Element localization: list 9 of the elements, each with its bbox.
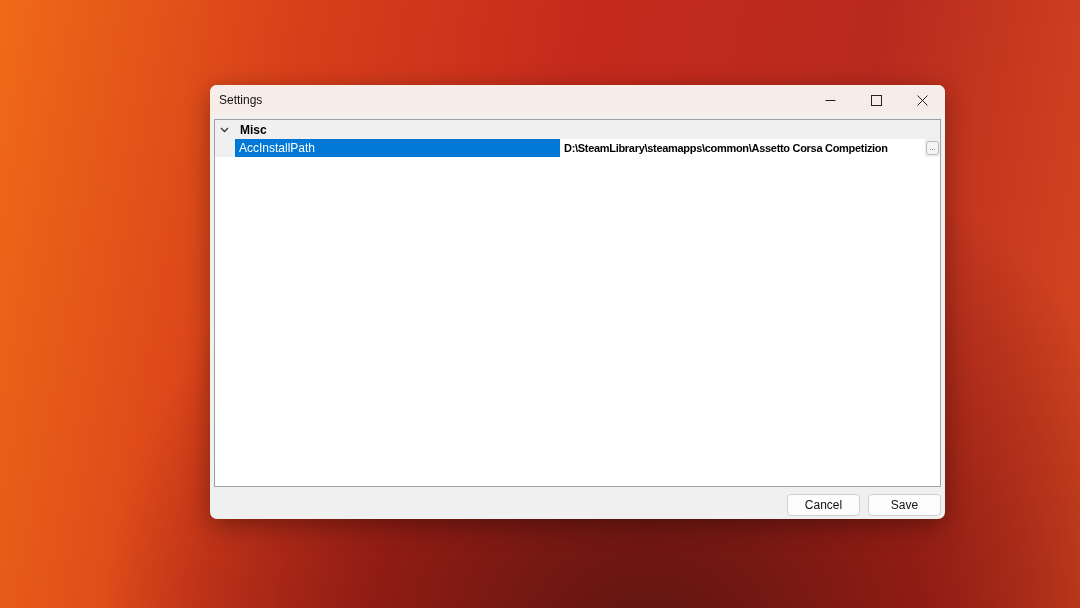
dialog-button[interactable]: Save: [868, 494, 941, 516]
dialog-button[interactable]: Cancel: [787, 494, 860, 516]
category-label: Misc: [240, 122, 267, 137]
window-title: Settings: [219, 93, 264, 107]
maximize-icon[interactable]: [870, 94, 882, 106]
chevron-down-icon[interactable]: [220, 125, 229, 134]
property-value[interactable]: D:\SteamLibrary\steamapps\common\Assetto Corsa Competizion: [560, 139, 925, 157]
close-icon[interactable]: [916, 94, 928, 106]
property-name[interactable]: AccInstallPath: [235, 139, 560, 157]
